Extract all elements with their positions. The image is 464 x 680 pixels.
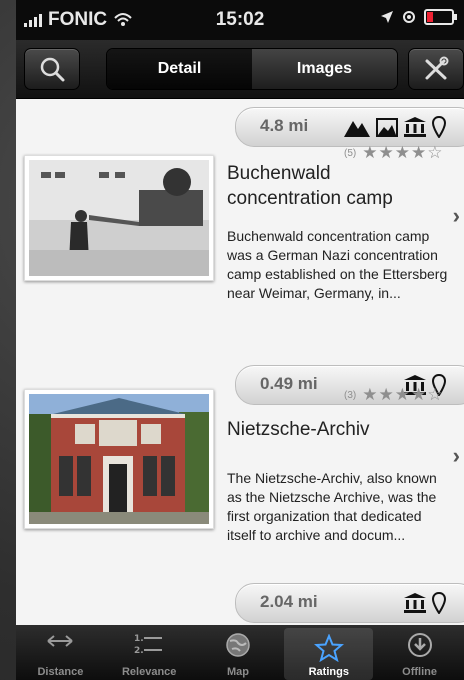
rating-count: (3) xyxy=(344,389,357,401)
tab-distance[interactable]: Distance xyxy=(16,625,105,680)
tab-label: Ratings xyxy=(308,666,349,678)
tab-relevance[interactable]: 1. 2. Relevance xyxy=(105,625,194,680)
tab-ratings[interactable]: Ratings xyxy=(284,628,374,680)
category-icons xyxy=(344,116,446,138)
rating-stars: ★★★★☆ xyxy=(362,143,444,162)
item-description: The Nietzsche-Archiv, also known as the … xyxy=(227,470,437,543)
star-icon xyxy=(313,634,344,662)
segment-detail[interactable]: Detail xyxy=(107,49,252,89)
tab-label: Map xyxy=(226,666,249,678)
distance-label: 0.49 mi xyxy=(260,374,318,393)
rating-count: (5) xyxy=(344,147,357,159)
item-title[interactable]: Buchenwald concentration camp xyxy=(227,161,447,211)
toolbar: Detail Images xyxy=(16,40,464,99)
svg-text:2.: 2. xyxy=(134,646,144,656)
numbered-list-icon: 1. 2. xyxy=(134,634,163,656)
rating: (5) ★★★★☆ xyxy=(344,143,443,163)
phone-screen: FONIC 15:02 Detail Images 4.8 mi (5) ★★★… xyxy=(16,0,464,680)
location-pin-icon xyxy=(432,592,446,614)
lock-rotation-icon xyxy=(403,11,415,23)
distance-label: 2.04 mi xyxy=(260,592,318,611)
status-right xyxy=(380,9,457,25)
detail-images-segmented-control: Detail Images xyxy=(106,48,398,90)
tools-icon xyxy=(425,56,449,80)
thumbnail[interactable] xyxy=(24,155,214,281)
buchenwald-photo xyxy=(29,160,209,276)
tab-bar: Distance 1. 2. Relevance Map Ratings Off… xyxy=(16,625,464,680)
search-button[interactable] xyxy=(24,48,80,90)
rating: (3) ★★★★☆ xyxy=(344,385,443,405)
svg-text:1.: 1. xyxy=(134,634,144,644)
chevron-right-icon[interactable]: › xyxy=(453,443,460,469)
museum-icon xyxy=(404,117,426,137)
item-title[interactable]: Nietzsche-Archiv xyxy=(227,417,447,442)
location-pin-icon xyxy=(432,116,446,138)
rating-stars: ★★★★☆ xyxy=(362,385,444,404)
mountain-icon xyxy=(344,121,370,137)
tab-label: Offline xyxy=(402,666,437,678)
download-icon xyxy=(407,633,432,657)
tab-label: Distance xyxy=(37,666,84,678)
thumbnail[interactable] xyxy=(24,389,214,529)
battery-icon xyxy=(424,9,457,25)
location-arrow-icon xyxy=(381,11,393,23)
distance-label: 4.8 mi xyxy=(260,116,309,135)
tab-map[interactable]: Map xyxy=(194,625,283,680)
tab-offline[interactable]: Offline xyxy=(375,625,464,680)
search-icon xyxy=(40,57,65,82)
museum-icon xyxy=(404,593,426,613)
tab-label: Relevance xyxy=(121,666,177,678)
nietzsche-archiv-photo xyxy=(29,394,209,524)
chevron-right-icon[interactable]: › xyxy=(453,203,460,229)
distance-pill[interactable]: 4.8 mi xyxy=(235,107,464,147)
tools-button[interactable] xyxy=(408,48,464,90)
landscape-icon xyxy=(376,118,398,137)
item-description: Buchenwald concentration camp was a Germ… xyxy=(227,228,448,301)
globe-icon xyxy=(226,633,250,657)
results-list: 4.8 mi (5) ★★★★☆ Buchenwald concentratio… xyxy=(16,99,464,625)
distance-arrows-icon xyxy=(47,635,74,647)
segment-images[interactable]: Images xyxy=(252,49,397,89)
distance-pill[interactable]: 2.04 mi xyxy=(235,583,464,623)
status-bar: FONIC 15:02 xyxy=(16,0,464,40)
category-icons xyxy=(404,592,446,614)
